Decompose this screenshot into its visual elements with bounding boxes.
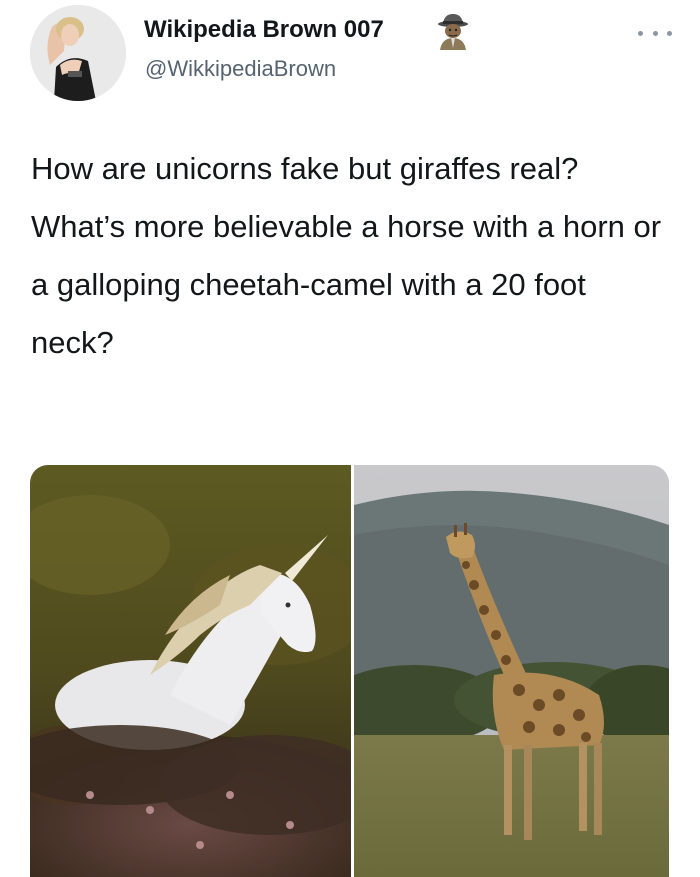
more-options-icon[interactable] — [638, 26, 672, 40]
media-grid[interactable] — [30, 465, 669, 877]
giraffe-photo[interactable] — [354, 465, 669, 877]
giraffe-image-icon — [354, 465, 669, 877]
tweet-paragraph: What’s more believable a horse with a ho… — [31, 209, 662, 360]
tweet-card: Wikipedia Brown 007 @WikkipediaBrown How… — [0, 0, 700, 877]
profile-photo-icon — [30, 5, 126, 101]
detective-emoji-icon — [438, 14, 468, 50]
tweet-text: How are unicorns fake but giraffes real?… — [31, 140, 671, 372]
display-name[interactable]: Wikipedia Brown 007 — [144, 16, 384, 44]
dot — [652, 30, 658, 36]
user-handle[interactable]: @WikkipediaBrown — [145, 56, 336, 82]
tweet-paragraph: How are unicorns fake but giraffes real? — [31, 151, 579, 186]
dot — [638, 30, 643, 36]
unicorn-image-icon — [30, 465, 351, 877]
unicorn-photo[interactable] — [30, 465, 351, 877]
dot — [667, 30, 672, 36]
avatar[interactable] — [30, 5, 126, 101]
